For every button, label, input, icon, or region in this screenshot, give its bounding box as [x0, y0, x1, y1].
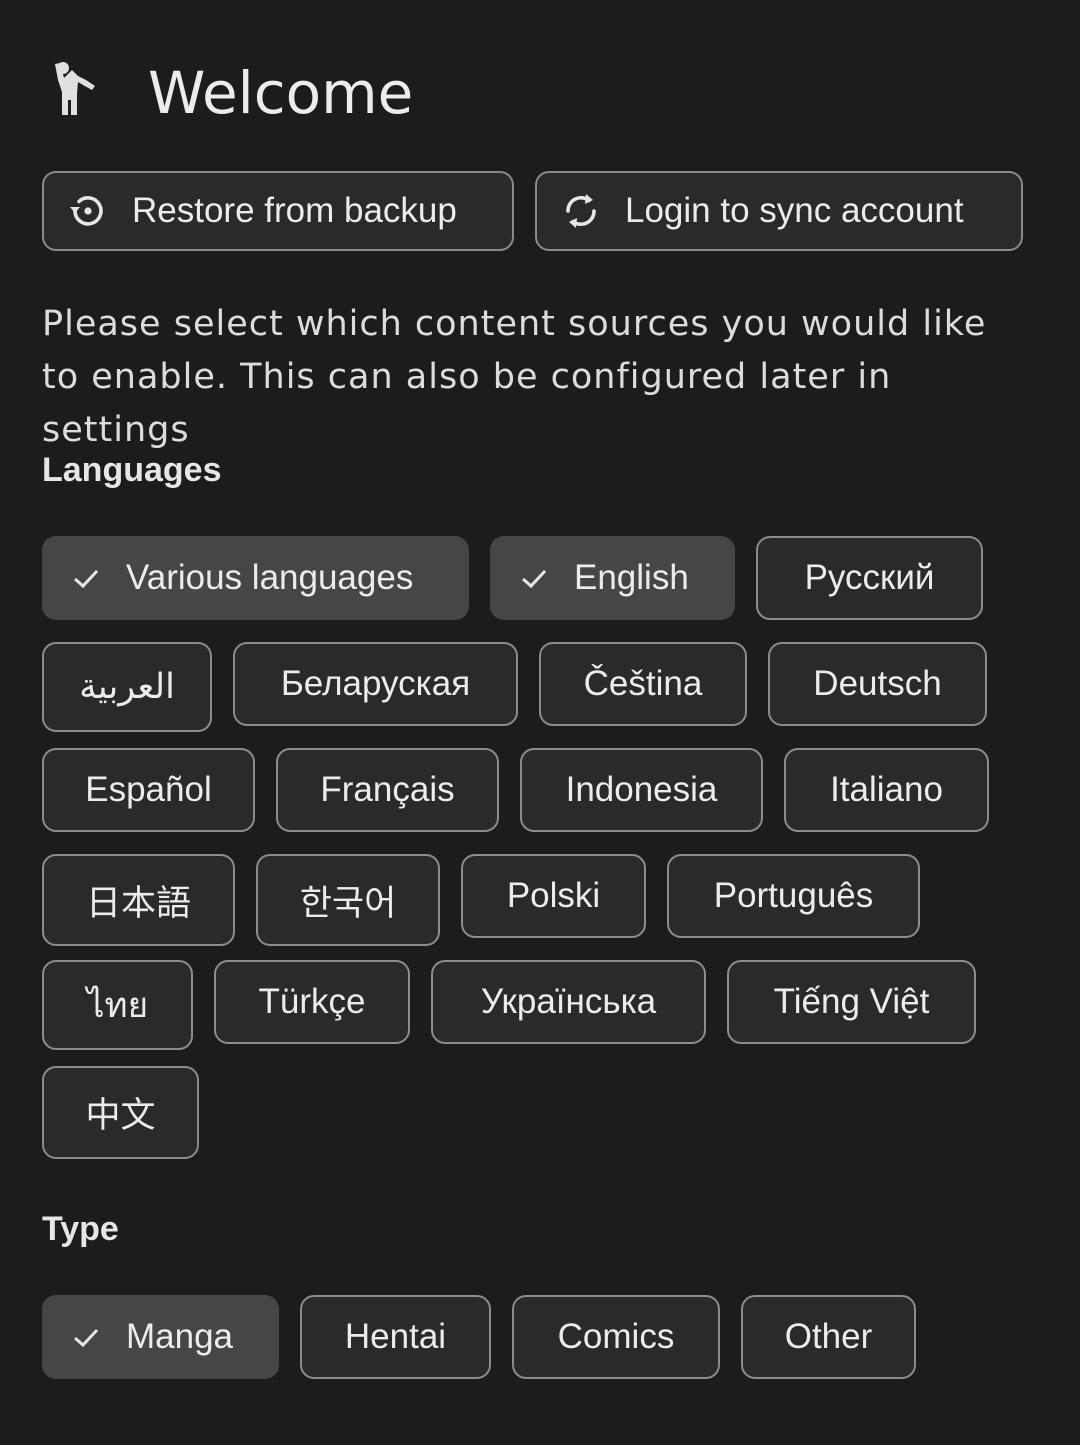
- chip-label: Various languages: [126, 558, 414, 597]
- restore-history-icon: [66, 189, 110, 233]
- chip-label: Türkçe: [258, 982, 366, 1021]
- language-chip-vietnamese[interactable]: Tiếng Việt: [727, 960, 976, 1044]
- chip-label: Français: [320, 770, 455, 809]
- languages-section-title: Languages: [42, 451, 222, 489]
- language-chip-english[interactable]: English: [490, 536, 735, 620]
- chip-label: Українська: [480, 982, 657, 1021]
- check-icon: [518, 562, 550, 594]
- sync-icon: [559, 189, 603, 233]
- language-chip-italian[interactable]: Italiano: [784, 748, 989, 832]
- chip-label: العربية: [79, 667, 175, 707]
- language-chip-polish[interactable]: Polski: [461, 854, 646, 938]
- language-chip-japanese[interactable]: 日本語: [42, 854, 235, 946]
- language-chip-russian[interactable]: Русский: [756, 536, 983, 620]
- login-to-sync-account-label: Login to sync account: [625, 191, 964, 230]
- chip-label: Русский: [804, 558, 935, 597]
- check-icon: [70, 562, 102, 594]
- type-chip-manga[interactable]: Manga: [42, 1295, 279, 1379]
- page-title: Welcome: [148, 59, 414, 127]
- language-chip-spanish[interactable]: Español: [42, 748, 255, 832]
- restore-from-backup-button[interactable]: Restore from backup: [42, 171, 514, 251]
- language-chip-ukrainian[interactable]: Українська: [431, 960, 706, 1044]
- chip-label: Čeština: [583, 664, 703, 703]
- chip-label: Comics: [557, 1317, 675, 1356]
- language-chip-indonesian[interactable]: Indonesia: [520, 748, 763, 832]
- language-chip-chinese[interactable]: 中文: [42, 1066, 199, 1159]
- type-section-title: Type: [42, 1210, 119, 1248]
- chip-label: Hentai: [344, 1317, 447, 1356]
- person-waving-icon: [50, 60, 100, 118]
- language-chip-various-languages[interactable]: Various languages: [42, 536, 469, 620]
- chip-label: English: [574, 558, 689, 597]
- chip-label: 中文: [85, 1096, 156, 1136]
- chip-label: Other: [784, 1317, 873, 1356]
- language-chip-arabic[interactable]: العربية: [42, 642, 212, 732]
- language-chip-korean[interactable]: 한국어: [256, 854, 440, 946]
- chip-label: Español: [85, 770, 212, 809]
- chip-label: ไทย: [86, 985, 149, 1026]
- language-chip-portuguese[interactable]: Português: [667, 854, 920, 938]
- chip-label: Deutsch: [813, 664, 942, 703]
- type-chip-hentai[interactable]: Hentai: [300, 1295, 491, 1379]
- chip-label: Polski: [506, 876, 601, 915]
- language-chip-belarusian[interactable]: Беларуская: [233, 642, 518, 726]
- type-chip-comics[interactable]: Comics: [512, 1295, 720, 1379]
- language-chip-czech[interactable]: Čeština: [539, 642, 747, 726]
- chip-label: 日本語: [85, 883, 191, 924]
- language-chip-turkish[interactable]: Türkçe: [214, 960, 410, 1044]
- login-to-sync-account-button[interactable]: Login to sync account: [535, 171, 1023, 251]
- restore-from-backup-label: Restore from backup: [132, 191, 457, 230]
- chip-label: Indonesia: [565, 770, 718, 809]
- language-chip-french[interactable]: Français: [276, 748, 499, 832]
- description-text: Please select which content sources you …: [42, 304, 987, 450]
- chip-label: Manga: [126, 1317, 234, 1356]
- chip-label: Беларуская: [280, 664, 471, 703]
- chip-label: Italiano: [830, 770, 943, 809]
- chip-label: Tiếng Việt: [773, 982, 930, 1021]
- chip-label: Português: [713, 876, 874, 915]
- language-chip-thai[interactable]: ไทย: [42, 960, 193, 1050]
- check-icon: [70, 1321, 102, 1353]
- language-chip-german[interactable]: Deutsch: [768, 642, 987, 726]
- chip-label: 한국어: [299, 883, 397, 924]
- type-chip-other[interactable]: Other: [741, 1295, 916, 1379]
